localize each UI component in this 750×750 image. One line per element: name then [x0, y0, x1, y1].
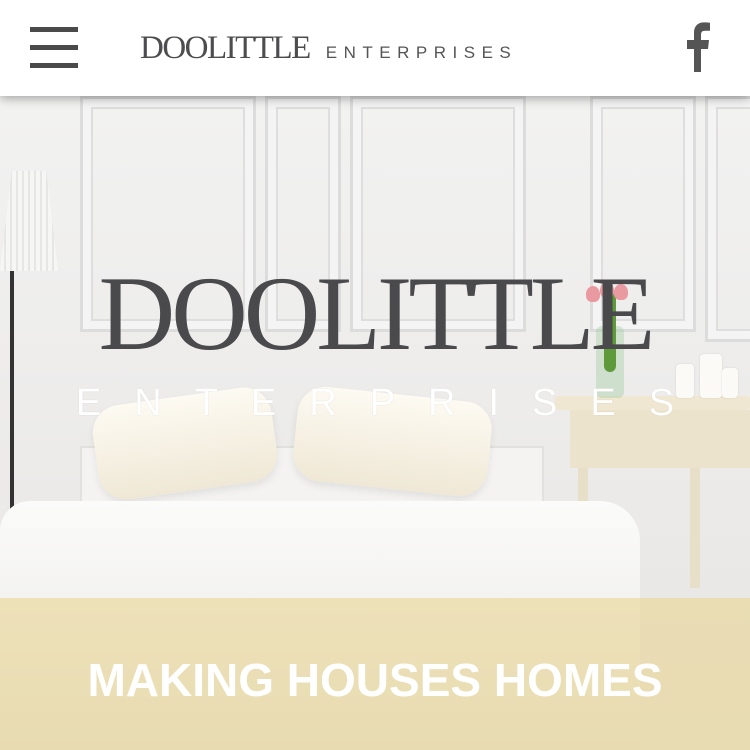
- hero-banner: DOOLITTLE ENTERPRISES MAKING HOUSES HOME…: [0, 96, 750, 750]
- table-leg: [690, 468, 700, 588]
- hamburger-menu-icon[interactable]: [30, 27, 78, 69]
- menu-bar: [30, 45, 78, 50]
- hero-logo-subtitle: ENTERPRISES: [75, 382, 708, 424]
- site-header: DOOLITTLE ENTERPRISES: [0, 0, 750, 96]
- logo-brand-subtitle: ENTERPRISES: [325, 43, 518, 62]
- header-logo[interactable]: DOOLITTLE ENTERPRISES: [140, 30, 517, 66]
- tagline-band: MAKING HOUSES HOMES: [0, 598, 750, 750]
- hero-logo-title: DOOLITTLE: [98, 255, 656, 372]
- facebook-icon[interactable]: [683, 22, 711, 72]
- hero-tagline: MAKING HOUSES HOMES: [87, 654, 663, 706]
- logo-brand-name: DOOLITTLE: [140, 30, 311, 66]
- lamp-shade: [0, 171, 58, 271]
- menu-bar: [30, 63, 78, 68]
- menu-bar: [30, 27, 78, 32]
